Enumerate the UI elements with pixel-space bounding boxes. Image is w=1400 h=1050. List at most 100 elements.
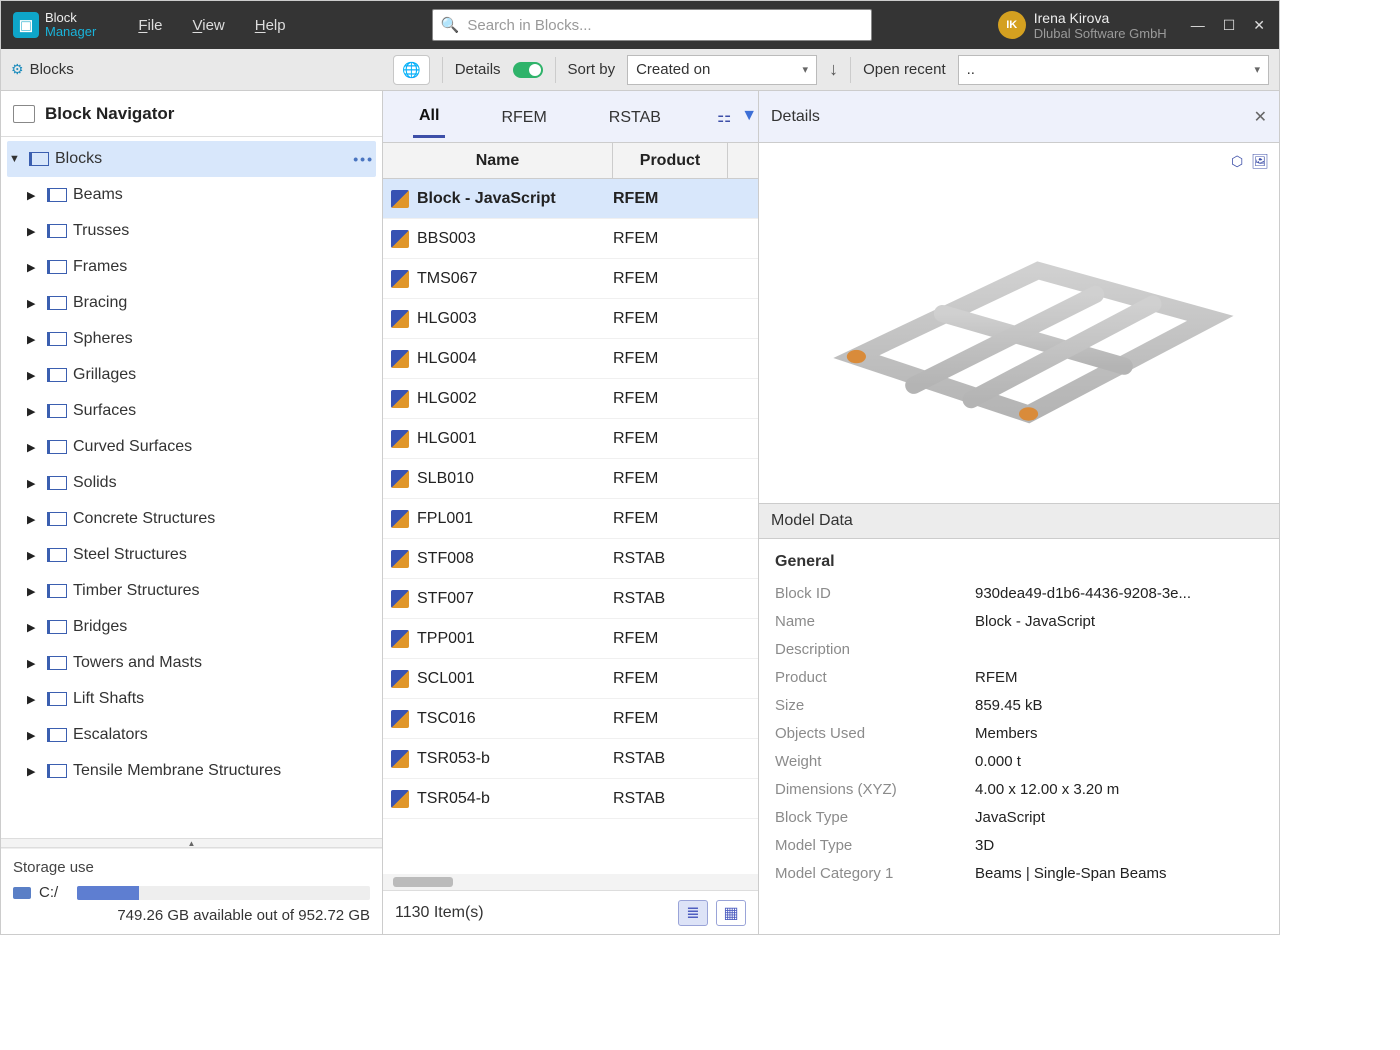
search-input[interactable]: [465, 16, 862, 35]
maximize-button[interactable]: ☐: [1223, 17, 1236, 34]
grid-view-button[interactable]: ▦: [716, 900, 746, 926]
expand-icon[interactable]: ▶: [27, 621, 41, 634]
expand-icon[interactable]: ▶: [27, 513, 41, 526]
expand-icon[interactable]: ▶: [27, 261, 41, 274]
row-name: TSR053-b: [417, 750, 613, 768]
cube-icon[interactable]: ⬡: [1231, 153, 1243, 170]
table-row[interactable]: HLG004RFEM: [383, 339, 758, 379]
model-data-bar[interactable]: Model Data: [759, 503, 1279, 539]
globe-button[interactable]: 🌐: [393, 55, 430, 85]
avatar[interactable]: IK: [998, 11, 1026, 39]
model-preview[interactable]: [763, 176, 1275, 499]
table-row[interactable]: TSC016RFEM: [383, 699, 758, 739]
columns-icon[interactable]: ⚏: [717, 107, 731, 127]
menu-view[interactable]: View: [193, 17, 225, 34]
table-row[interactable]: STF008RSTAB: [383, 539, 758, 579]
tree-item[interactable]: ▶Bridges: [7, 609, 376, 645]
close-button[interactable]: ✕: [1253, 17, 1265, 34]
table-row[interactable]: HLG003RFEM: [383, 299, 758, 339]
list-view-button[interactable]: ≣: [678, 900, 708, 926]
table-row[interactable]: FPL001RFEM: [383, 499, 758, 539]
openrecent-select[interactable]: .. ▾: [958, 55, 1269, 85]
sortby-select[interactable]: Created on ▾: [627, 55, 817, 85]
tree-item[interactable]: ▶Concrete Structures: [7, 501, 376, 537]
details-toggle[interactable]: [513, 62, 543, 78]
block-navigator-tree[interactable]: ▼ Blocks ••• ▶Beams▶Trusses▶Frames▶Braci…: [1, 137, 382, 838]
row-name: HLG002: [417, 390, 613, 408]
search-container[interactable]: 🔍: [432, 9, 872, 41]
table-row[interactable]: TPP001RFEM: [383, 619, 758, 659]
tree-item-label: Surfaces: [73, 402, 136, 420]
sort-direction-button[interactable]: ↓: [829, 59, 838, 80]
tree-item[interactable]: ▶Escalators: [7, 717, 376, 753]
expand-icon[interactable]: ▶: [27, 549, 41, 562]
tree-item[interactable]: ▶Spheres: [7, 321, 376, 357]
row-name: SLB010: [417, 470, 613, 488]
tree-item[interactable]: ▶Steel Structures: [7, 537, 376, 573]
table-row[interactable]: STF007RSTAB: [383, 579, 758, 619]
category-icon: [47, 296, 67, 310]
table-row[interactable]: HLG002RFEM: [383, 379, 758, 419]
table-row[interactable]: HLG001RFEM: [383, 419, 758, 459]
tree-root-more[interactable]: •••: [353, 151, 374, 167]
tree-item[interactable]: ▶Grillages: [7, 357, 376, 393]
tree-item[interactable]: ▶Bracing: [7, 285, 376, 321]
column-header-product[interactable]: Product: [613, 143, 728, 178]
tree-item[interactable]: ▶ Surfaces: [7, 393, 376, 429]
tab-rfem[interactable]: RFEM: [495, 97, 552, 137]
expand-icon[interactable]: ▶: [27, 693, 41, 706]
column-header-name[interactable]: Name: [383, 143, 613, 178]
property-key: Block ID: [775, 585, 975, 602]
expand-icon[interactable]: ▶: [27, 369, 41, 382]
expand-icon[interactable]: ▶: [27, 729, 41, 742]
image-icon[interactable]: 🖼: [1251, 153, 1269, 170]
table-row[interactable]: SCL001RFEM: [383, 659, 758, 699]
tree-item[interactable]: ▶Timber Structures: [7, 573, 376, 609]
horizontal-scrollbar[interactable]: [383, 874, 758, 890]
table-row[interactable]: TSR054-bRSTAB: [383, 779, 758, 819]
table-row[interactable]: Block - JavaScriptRFEM: [383, 179, 758, 219]
tree-root-blocks[interactable]: ▼ Blocks •••: [7, 141, 376, 177]
expand-icon[interactable]: ▶: [27, 765, 41, 778]
details-close-icon[interactable]: ✕: [1254, 107, 1267, 127]
tree-item[interactable]: ▶Beams: [7, 177, 376, 213]
block-list[interactable]: Block - JavaScriptRFEMBBS003RFEMTMS067RF…: [383, 179, 758, 874]
expand-icon[interactable]: ▶: [27, 657, 41, 670]
drive-icon: [13, 887, 31, 899]
tree-item[interactable]: ▶Lift Shafts: [7, 681, 376, 717]
tab-rstab[interactable]: RSTAB: [603, 97, 667, 137]
row-name: STF007: [417, 590, 613, 608]
tree-item[interactable]: ▶Solids: [7, 465, 376, 501]
row-name: TSR054-b: [417, 790, 613, 808]
sidebar-splitter[interactable]: ▲: [1, 838, 382, 848]
table-row[interactable]: TSR053-bRSTAB: [383, 739, 758, 779]
expand-icon[interactable]: ▶: [27, 333, 41, 346]
table-row[interactable]: SLB010RFEM: [383, 459, 758, 499]
row-name: HLG003: [417, 310, 613, 328]
tab-all[interactable]: All: [413, 95, 445, 138]
row-product: RSTAB: [613, 550, 728, 568]
table-row[interactable]: BBS003RFEM: [383, 219, 758, 259]
tree-item[interactable]: ▶Curved Surfaces: [7, 429, 376, 465]
menu-help[interactable]: Help: [255, 17, 286, 34]
expand-icon[interactable]: ▶: [27, 477, 41, 490]
expand-icon[interactable]: ▶: [27, 225, 41, 238]
tree-item[interactable]: ▶Frames: [7, 249, 376, 285]
expand-icon[interactable]: ▶: [27, 585, 41, 598]
menu-file[interactable]: File: [138, 17, 162, 34]
chevron-down-icon: ▾: [803, 63, 809, 76]
tree-item[interactable]: ▶Tensile Membrane Structures: [7, 753, 376, 789]
property-key: Objects Used: [775, 725, 975, 742]
row-name: TSC016: [417, 710, 613, 728]
tree-item[interactable]: ▶Trusses: [7, 213, 376, 249]
expand-icon[interactable]: ▶: [27, 189, 41, 202]
minimize-button[interactable]: —: [1191, 17, 1205, 34]
table-row[interactable]: TMS067RFEM: [383, 259, 758, 299]
expand-icon[interactable]: ▶: [27, 405, 41, 418]
collapse-icon[interactable]: ▼: [9, 153, 23, 165]
expand-icon[interactable]: ▶: [27, 297, 41, 310]
expand-icon[interactable]: ▶: [27, 441, 41, 454]
tree-item[interactable]: ▶Towers and Masts: [7, 645, 376, 681]
filter-icon[interactable]: ▼: [741, 107, 757, 127]
openrecent-value: ..: [967, 61, 975, 78]
